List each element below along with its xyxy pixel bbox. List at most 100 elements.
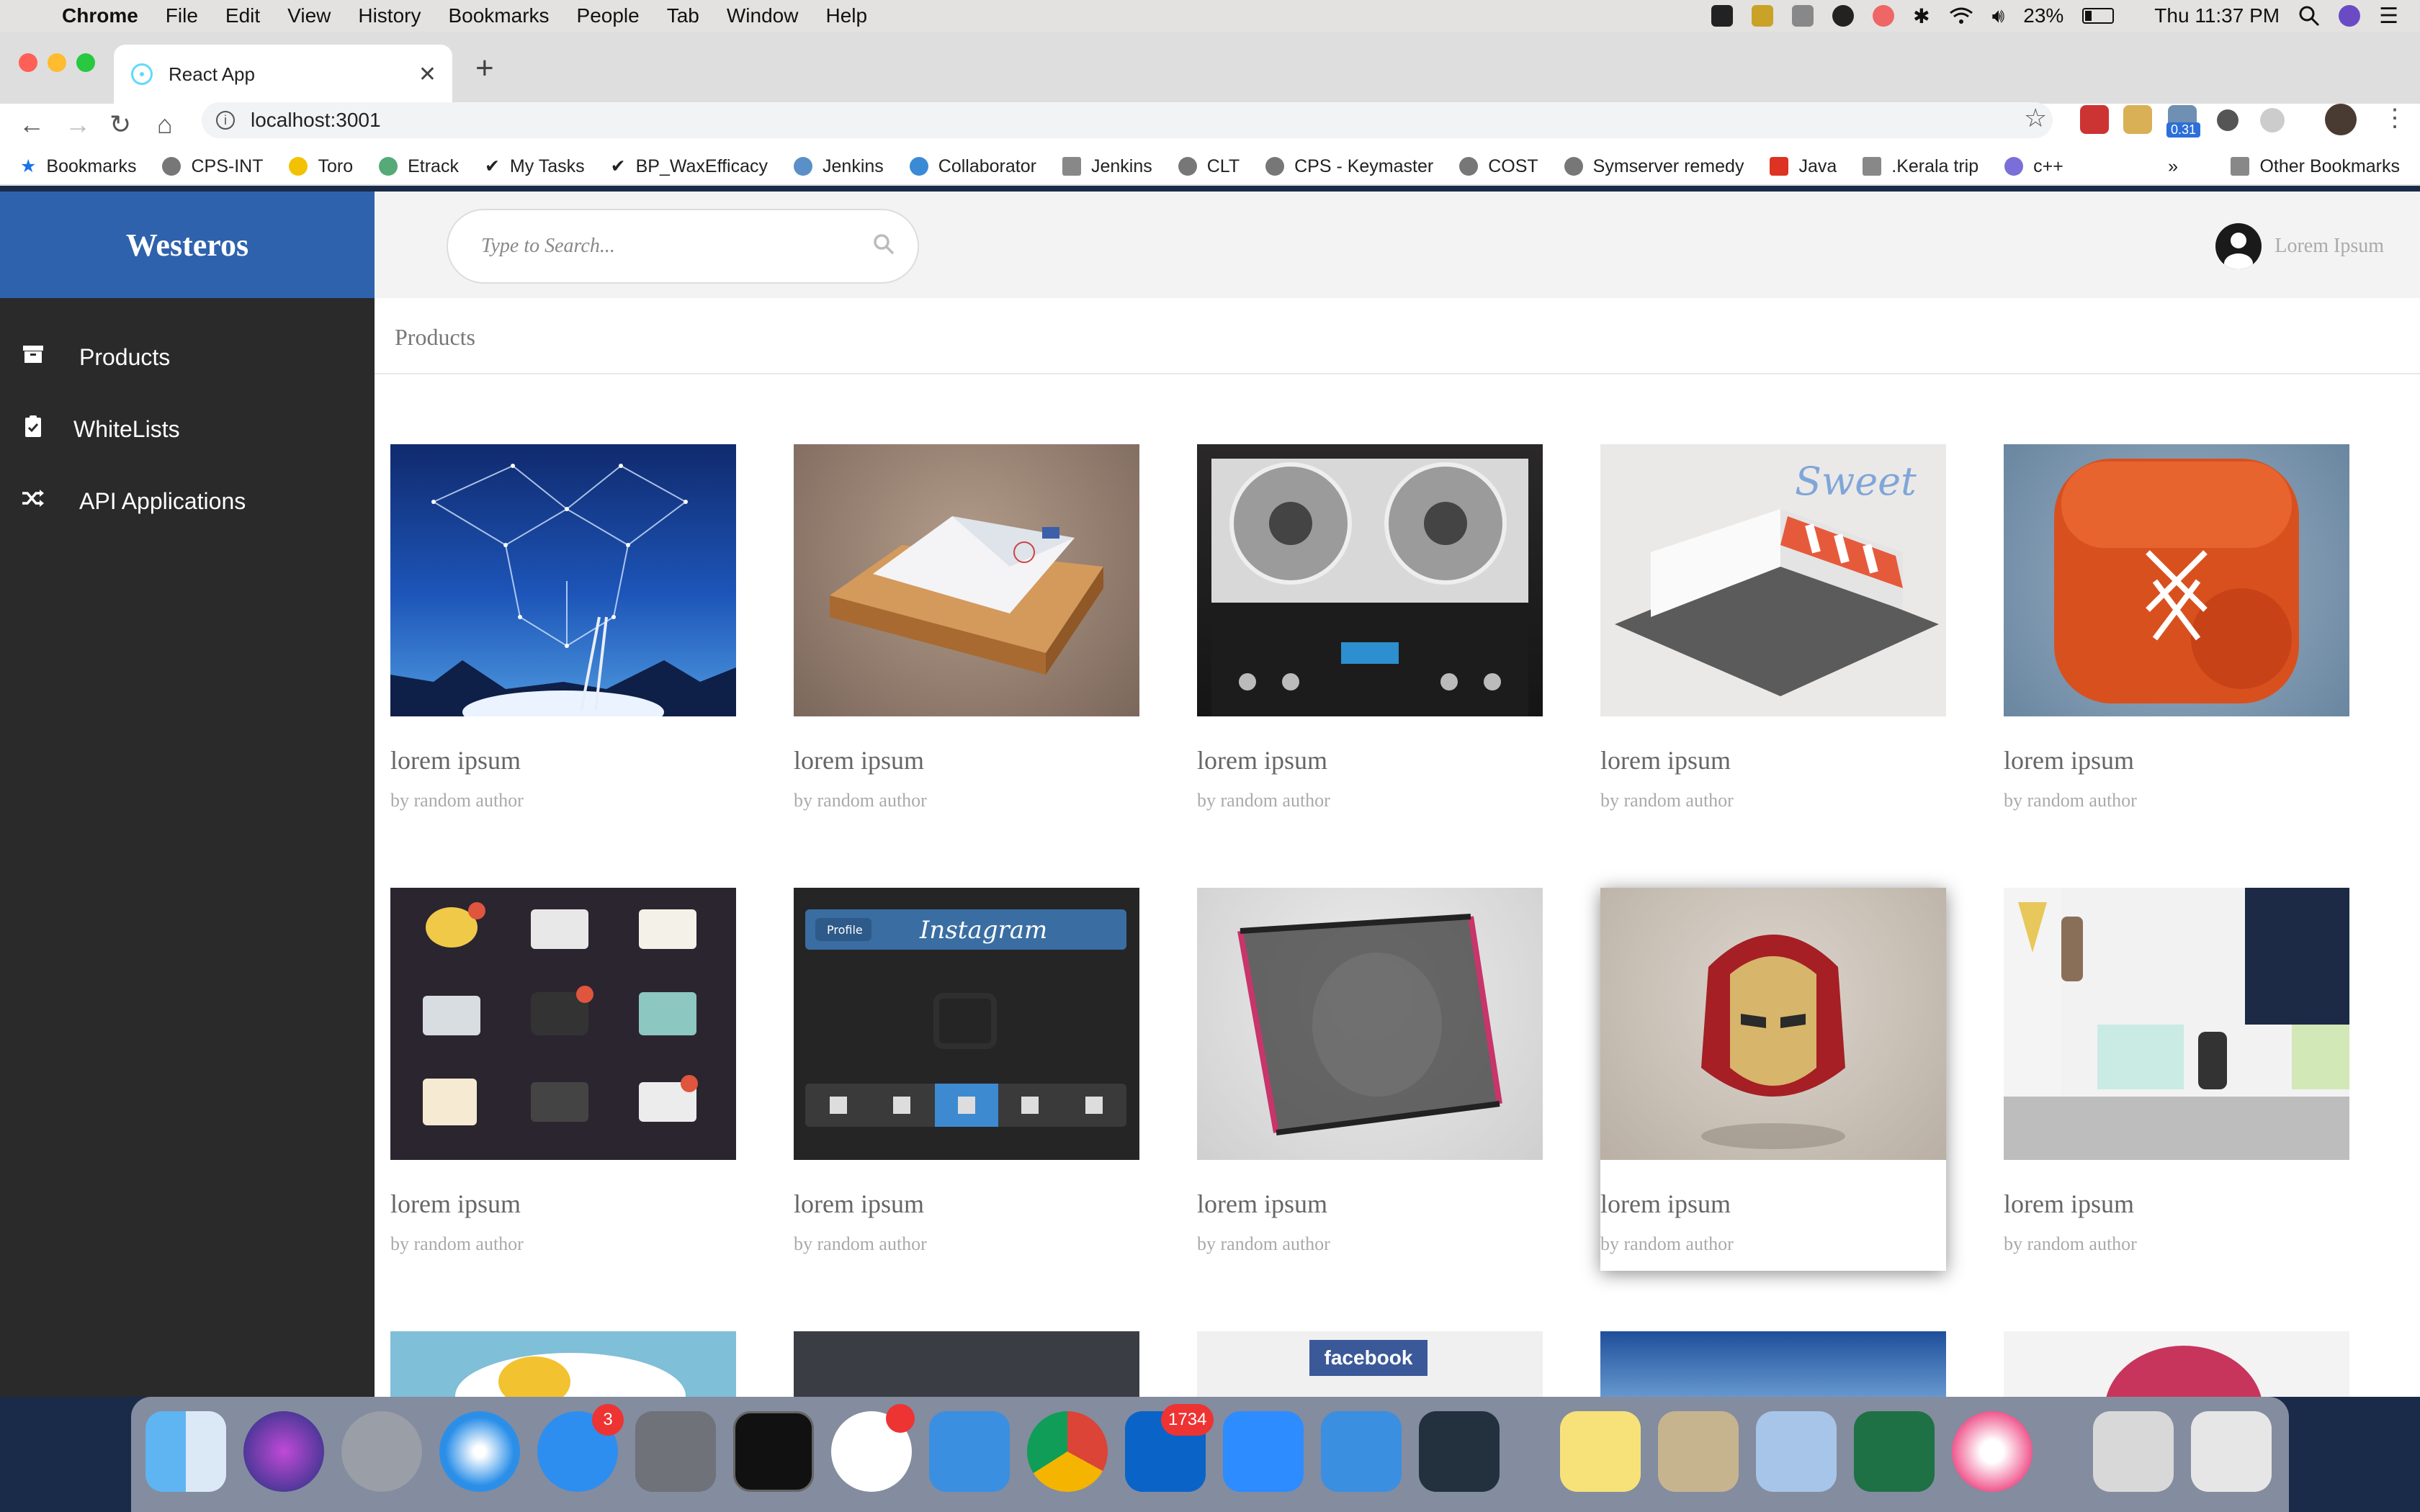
browser-tab[interactable]: React App ✕ [114, 45, 452, 104]
facebook-image[interactable]: facebook [1197, 1331, 1543, 1397]
product-card[interactable]: Sweet lorem ipsum by random author [1600, 444, 1946, 811]
dock-excel-icon[interactable] [1854, 1411, 1935, 1492]
new-tab-button[interactable]: + [475, 50, 494, 86]
dock-xcode-icon[interactable] [929, 1411, 1010, 1492]
volume-icon[interactable]: 🔊︎ [1992, 4, 2005, 28]
bookmark-item[interactable]: c++ [2004, 156, 2063, 177]
dock-preview-icon[interactable] [1756, 1411, 1837, 1492]
dock-terminal-icon[interactable] [733, 1411, 814, 1492]
dock-vscode-icon[interactable] [1419, 1411, 1500, 1492]
address-bar[interactable]: i localhost:3001 [202, 102, 2053, 138]
egg-image[interactable] [390, 1331, 736, 1397]
bluetooth-icon[interactable]: ✱ [1913, 4, 1930, 28]
product-card[interactable]: lorem ipsum by random author [794, 444, 1139, 811]
window-minimize-button[interactable] [48, 53, 66, 72]
menu-file[interactable]: File [166, 4, 198, 27]
bookmark-item[interactable]: Symserver remedy [1564, 156, 1744, 177]
status-spotify-icon[interactable] [1832, 5, 1855, 27]
search-input[interactable]: Type to Search... [447, 209, 919, 284]
forward-icon[interactable]: → [65, 109, 91, 140]
menu-tab[interactable]: Tab [667, 4, 699, 27]
battery-icon[interactable] [2082, 8, 2115, 24]
extension-circle-icon[interactable] [2217, 109, 2238, 131]
bookmark-item[interactable]: Jenkins [794, 156, 884, 177]
dock-trash-icon[interactable] [2191, 1411, 2272, 1492]
bookmark-item[interactable]: Java [1770, 156, 1837, 177]
user-menu[interactable]: Lorem Ipsum [2215, 223, 2384, 269]
dock-finder-icon[interactable] [145, 1411, 226, 1492]
home-icon[interactable]: ⌂ [157, 109, 173, 140]
sidebar-item-whitelists[interactable]: WhiteLists [0, 397, 375, 462]
menu-edit[interactable]: Edit [225, 4, 260, 27]
bookmarks-overflow-button[interactable]: » [2168, 156, 2178, 177]
dock-notes-icon[interactable] [1560, 1411, 1641, 1492]
bookmark-item[interactable]: Jenkins [1062, 156, 1152, 177]
dock-siri-icon[interactable] [243, 1411, 324, 1492]
bookmark-star-icon[interactable]: ☆ [2024, 103, 2047, 133]
bookmark-item[interactable]: Toro [289, 156, 353, 177]
window-zoom-button[interactable] [76, 53, 95, 72]
dock-chrome-icon[interactable] [1027, 1411, 1108, 1492]
site-info-icon[interactable]: i [216, 111, 235, 130]
spotlight-search-icon[interactable] [2298, 5, 2320, 27]
extension-red-icon[interactable] [2080, 105, 2109, 134]
bookmark-item[interactable]: ✔ My Tasks [485, 156, 585, 177]
wifi-icon[interactable] [1949, 6, 1973, 25]
sidebar-item-api-applications[interactable]: API Applications [0, 469, 375, 534]
menu-app-name[interactable]: Chrome [62, 4, 138, 27]
status-camera-icon[interactable] [1711, 5, 1734, 27]
brand-logo[interactable]: Westeros [0, 192, 375, 298]
product-card[interactable]: Profile Instagram lorem ipsum by random … [794, 888, 1139, 1255]
extension-brush-icon[interactable] [2123, 105, 2152, 134]
dock-itunes-icon[interactable] [1952, 1411, 2033, 1492]
profile-avatar[interactable] [2325, 104, 2357, 135]
product-card[interactable]: lorem ipsum by random author [390, 444, 736, 811]
dock-system-preferences-icon[interactable] [635, 1411, 716, 1492]
dock-xcode-beta-icon[interactable] [1321, 1411, 1402, 1492]
sidebar-item-products[interactable]: Products [0, 325, 375, 390]
siri-icon[interactable] [2339, 5, 2361, 27]
bookmark-item[interactable]: Etrack [379, 156, 459, 177]
menu-people[interactable]: People [577, 4, 640, 27]
dock-zoom-icon[interactable] [1223, 1411, 1304, 1492]
reload-icon[interactable]: ↻ [109, 109, 131, 140]
status-vpn-icon[interactable] [1792, 5, 1814, 27]
status-shield-icon[interactable] [1752, 5, 1774, 27]
dock-downloads-icon[interactable] [2093, 1411, 2174, 1492]
blue-website-image[interactable] [1600, 1331, 1946, 1397]
product-card[interactable]: lorem ipsum by random author [1197, 444, 1543, 811]
clock[interactable]: Thu 11:37 PM [2154, 4, 2280, 27]
menu-history[interactable]: History [358, 4, 421, 27]
notification-center-icon[interactable]: ☰ [2379, 4, 2398, 29]
menu-bookmarks[interactable]: Bookmarks [448, 4, 549, 27]
product-card[interactable]: lorem ipsum by random author [390, 888, 736, 1255]
extension-headphones-icon[interactable] [2260, 108, 2285, 132]
menu-help[interactable]: Help [825, 4, 867, 27]
chrome-menu-icon[interactable]: ⋮ [2383, 104, 2407, 132]
dock-launchpad-icon[interactable] [341, 1411, 422, 1492]
bookmark-item[interactable]: CPS-INT [162, 156, 263, 177]
tab-close-icon[interactable]: ✕ [418, 62, 436, 87]
bookmark-item[interactable]: CPS - Keymaster [1265, 156, 1433, 177]
bookmark-item[interactable]: ✔ BP_WaxEfficacy [611, 156, 768, 177]
dock-safari-icon[interactable] [439, 1411, 520, 1492]
bookmark-item[interactable]: CLT [1178, 156, 1240, 177]
product-card[interactable]: lorem ipsum by random author [2004, 444, 2349, 811]
other-bookmarks[interactable]: Other Bookmarks [2231, 156, 2400, 177]
menu-view[interactable]: View [287, 4, 331, 27]
product-card-hovered[interactable]: lorem ipsum by random author [1600, 888, 1946, 1271]
menu-window[interactable]: Window [727, 4, 799, 27]
bookmark-item[interactable]: COST [1459, 156, 1538, 177]
dock-keychain-icon[interactable] [1658, 1411, 1739, 1492]
window-close-button[interactable] [19, 53, 37, 72]
bookmark-item[interactable]: .Kerala trip [1863, 156, 1978, 177]
search-icon[interactable] [873, 233, 895, 255]
bookmark-item[interactable]: ★ Bookmarks [20, 156, 136, 177]
back-icon[interactable]: ← [19, 109, 45, 140]
basketball-image[interactable] [2004, 1331, 2349, 1397]
status-app-icon[interactable] [1873, 5, 1895, 27]
product-card[interactable]: lorem ipsum by random author [2004, 888, 2349, 1255]
product-card[interactable]: lorem ipsum by random author [1197, 888, 1543, 1255]
dark-ui-image[interactable] [794, 1331, 1139, 1397]
bookmark-item[interactable]: Collaborator [909, 156, 1036, 177]
